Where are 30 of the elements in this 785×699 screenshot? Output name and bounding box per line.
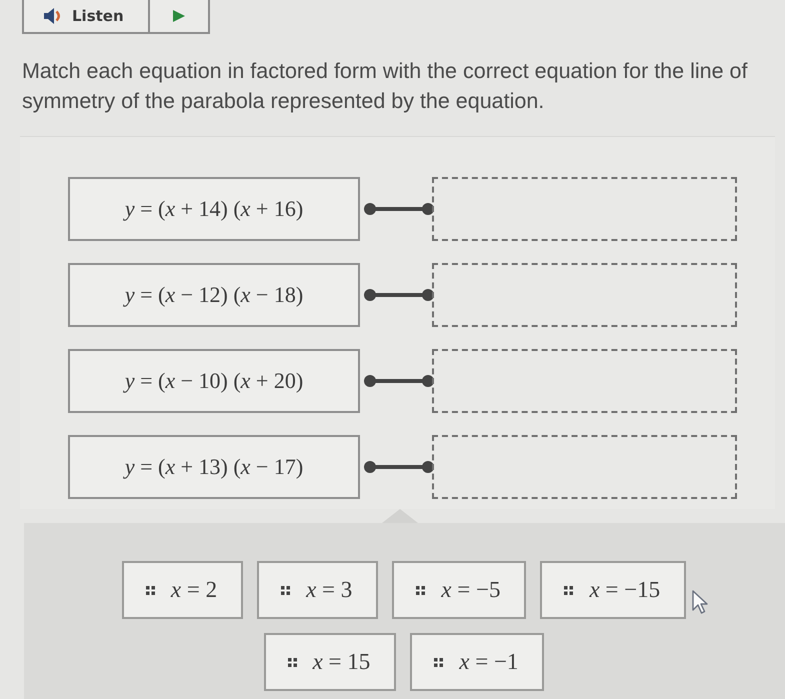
equation-card: y = (x + 13) (x − 17) bbox=[68, 435, 360, 499]
drop-target[interactable] bbox=[432, 349, 737, 413]
answer-tile[interactable]: x = 2 bbox=[122, 561, 244, 619]
grip-icon bbox=[564, 586, 574, 594]
drop-target[interactable] bbox=[432, 177, 737, 241]
play-button[interactable] bbox=[150, 0, 210, 34]
answer-tile[interactable]: x = 15 bbox=[264, 633, 396, 691]
drop-target[interactable] bbox=[432, 435, 737, 499]
instructions-text: Match each equation in factored form with the correct equation for the line of symmetry of the parabola represented by the equation. bbox=[22, 58, 748, 115]
grip-icon bbox=[416, 586, 426, 594]
connector-icon bbox=[364, 461, 434, 473]
answer-tile[interactable]: x = −1 bbox=[410, 633, 544, 691]
play-icon bbox=[173, 10, 185, 22]
grip-icon bbox=[288, 658, 297, 666]
speaker-icon bbox=[44, 8, 62, 24]
connector-icon bbox=[364, 203, 434, 215]
listen-button[interactable]: Listen bbox=[22, 0, 150, 34]
connector-icon bbox=[364, 375, 434, 387]
drop-target[interactable] bbox=[432, 263, 737, 327]
equation-card: y = (x − 12) (x − 18) bbox=[68, 263, 360, 327]
answer-tile[interactable]: x = 3 bbox=[257, 561, 378, 619]
equation-card: y = (x + 14) (x + 16) bbox=[68, 177, 360, 241]
grip-icon bbox=[281, 586, 290, 594]
connector-icon bbox=[364, 289, 434, 301]
grip-icon bbox=[146, 586, 155, 594]
equation-card: y = (x − 10) (x + 20) bbox=[68, 349, 360, 413]
grip-icon bbox=[434, 658, 444, 666]
answer-tile[interactable]: x = −5 bbox=[392, 561, 526, 619]
mouse-pointer-icon bbox=[692, 590, 708, 614]
answer-tile[interactable]: x = −15 bbox=[540, 561, 686, 619]
